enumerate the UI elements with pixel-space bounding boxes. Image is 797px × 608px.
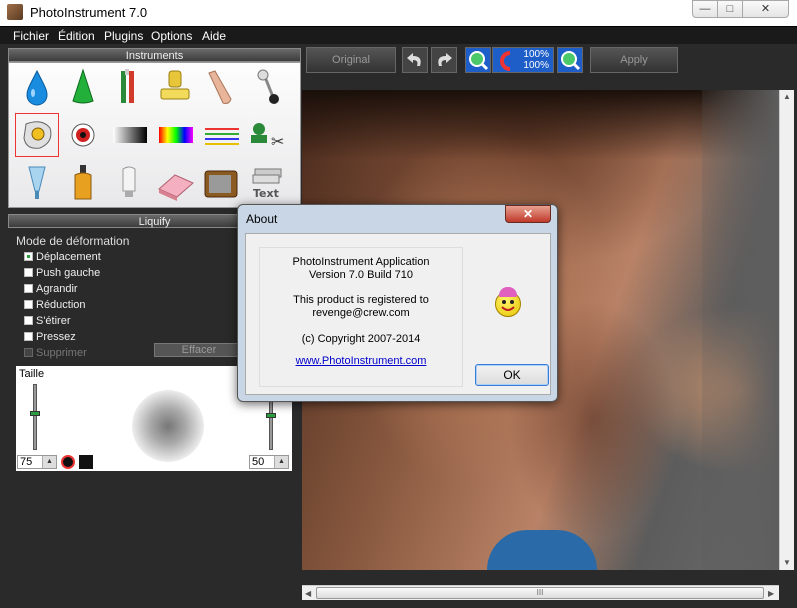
- menu-fichier[interactable]: Fichier: [13, 29, 49, 43]
- strength-value[interactable]: 50: [252, 456, 264, 468]
- window-title: PhotoInstrument 7.0: [30, 5, 148, 20]
- undo-icon[interactable]: [402, 47, 428, 73]
- website-link[interactable]: www.PhotoInstrument.com: [296, 355, 427, 367]
- version-text: Version 7.0 Build 710: [309, 269, 413, 281]
- bottle-tool-icon[interactable]: [61, 161, 105, 205]
- dialog-close-button[interactable]: ✕: [505, 205, 551, 223]
- pin-tool-icon[interactable]: [245, 65, 289, 109]
- finger-tool-icon[interactable]: [199, 65, 243, 109]
- round-brush-icon[interactable]: [61, 455, 75, 469]
- spin-arrows-icon[interactable]: ▲: [42, 456, 56, 468]
- menu-plugins[interactable]: Plugins: [104, 29, 143, 43]
- square-brush-icon[interactable]: [79, 455, 93, 469]
- mode-label: Mode de déformation: [16, 234, 130, 248]
- checkbox-icon[interactable]: [24, 332, 33, 341]
- eraser-tool-icon[interactable]: [153, 161, 197, 205]
- scroll-down-arrow-icon[interactable]: ▼: [783, 558, 791, 567]
- title-bar: PhotoInstrument 7.0 — □ ✕: [0, 0, 797, 26]
- dialog-title: About: [246, 212, 278, 226]
- bulb-tool-icon[interactable]: [107, 161, 151, 205]
- red-eye-tool-icon[interactable]: [61, 113, 105, 157]
- option-label: Push gauche: [36, 267, 101, 279]
- minimize-button[interactable]: —: [692, 0, 718, 18]
- option-label: Supprimer: [36, 347, 87, 359]
- option-label: Réduction: [36, 299, 86, 311]
- menu-bar: Fichier Édition Plugins Options Aide: [0, 26, 797, 44]
- option-push-gauche[interactable]: Push gauche: [24, 267, 100, 279]
- strength-slider-thumb[interactable]: [266, 413, 276, 418]
- zoom-level[interactable]: 100% 100%: [492, 47, 554, 73]
- ok-button[interactable]: OK: [475, 364, 549, 386]
- zoom-in-icon[interactable]: [465, 47, 491, 73]
- option-label: S'étirer: [36, 315, 71, 327]
- smiley-icon: [495, 287, 521, 317]
- strength-spinner[interactable]: 50 ▲: [249, 455, 289, 469]
- scroll-right-arrow-icon[interactable]: ▶: [768, 589, 774, 598]
- vertical-scrollbar[interactable]: ▲ ▼: [779, 90, 794, 570]
- horizontal-scroll-thumb[interactable]: III: [316, 587, 764, 599]
- app-icon: [7, 4, 23, 20]
- apply-button[interactable]: Apply: [590, 47, 678, 73]
- liquify-tool-icon[interactable]: [15, 113, 59, 157]
- checkbox-icon[interactable]: [24, 268, 33, 277]
- dialog-body: PhotoInstrument Application Version 7.0 …: [245, 233, 551, 395]
- effacer-button: Effacer: [154, 343, 244, 357]
- option-supprimer: Supprimer: [24, 347, 87, 359]
- brush-tool-icon[interactable]: [107, 65, 151, 109]
- spin-arrows-icon[interactable]: ▲: [274, 456, 288, 468]
- checkbox-icon[interactable]: [24, 284, 33, 293]
- clone-scissors-tool-icon[interactable]: ✂: [245, 113, 289, 157]
- checkbox-icon[interactable]: [24, 252, 33, 261]
- about-dialog: About ✕ PhotoInstrument Application Vers…: [237, 204, 558, 402]
- menu-aide[interactable]: Aide: [202, 29, 226, 43]
- option-setirer[interactable]: S'étirer: [24, 315, 71, 327]
- app-name: PhotoInstrument Application: [292, 256, 430, 268]
- checkbox-icon[interactable]: [24, 300, 33, 309]
- scroll-up-arrow-icon[interactable]: ▲: [783, 92, 791, 101]
- size-slider-track[interactable]: [33, 384, 37, 450]
- horizontal-scrollbar[interactable]: ◀ III ▶: [302, 585, 779, 600]
- menu-options[interactable]: Options: [151, 29, 192, 43]
- text-tool-icon[interactable]: Text: [245, 161, 289, 205]
- option-agrandir[interactable]: Agrandir: [24, 283, 78, 295]
- instruments-grid: ✂ Text: [8, 62, 301, 208]
- photo-background: [702, 90, 779, 570]
- svg-text:✂: ✂: [271, 132, 284, 151]
- scroll-left-arrow-icon[interactable]: ◀: [305, 589, 311, 598]
- color-tool-icon[interactable]: [153, 113, 197, 157]
- copyright-text: (c) Copyright 2007-2014: [301, 333, 421, 345]
- brush-preview: [132, 390, 204, 462]
- cone-light-tool-icon[interactable]: [15, 161, 59, 205]
- option-pressez[interactable]: Pressez: [24, 331, 76, 343]
- redo-icon[interactable]: [431, 47, 457, 73]
- text-tool-label: Text: [253, 187, 279, 200]
- registered-email: revenge@crew.com: [312, 307, 410, 319]
- option-reduction[interactable]: Réduction: [24, 299, 86, 311]
- checkbox-icon[interactable]: [24, 316, 33, 325]
- drop-tool-icon[interactable]: [15, 65, 59, 109]
- gradient-tool-icon[interactable]: [107, 113, 151, 157]
- menu-edition[interactable]: Édition: [58, 29, 95, 43]
- registered-text: This product is registered to: [293, 294, 429, 306]
- size-spinner[interactable]: 75 ▲: [17, 455, 57, 469]
- cone-tool-icon[interactable]: [61, 65, 105, 109]
- stamp-tool-icon[interactable]: [153, 65, 197, 109]
- size-slider-thumb[interactable]: [30, 411, 40, 416]
- checkbox-icon: [24, 348, 33, 357]
- about-info: PhotoInstrument Application Version 7.0 …: [259, 247, 463, 387]
- original-button[interactable]: Original: [306, 47, 396, 73]
- zoom-out-icon[interactable]: [557, 47, 583, 73]
- tv-tool-icon[interactable]: [199, 161, 243, 205]
- option-deplacement[interactable]: Déplacement: [24, 251, 101, 263]
- lines-tool-icon[interactable]: [199, 113, 243, 157]
- size-value[interactable]: 75: [20, 456, 32, 468]
- option-label: Déplacement: [36, 251, 101, 263]
- maximize-button[interactable]: □: [717, 0, 743, 18]
- option-label: Pressez: [36, 331, 76, 343]
- instruments-header: Instruments: [8, 48, 301, 62]
- photo-shirt: [487, 530, 597, 570]
- size-label: Taille: [19, 368, 45, 380]
- option-label: Agrandir: [36, 283, 78, 295]
- close-button[interactable]: ✕: [742, 0, 789, 18]
